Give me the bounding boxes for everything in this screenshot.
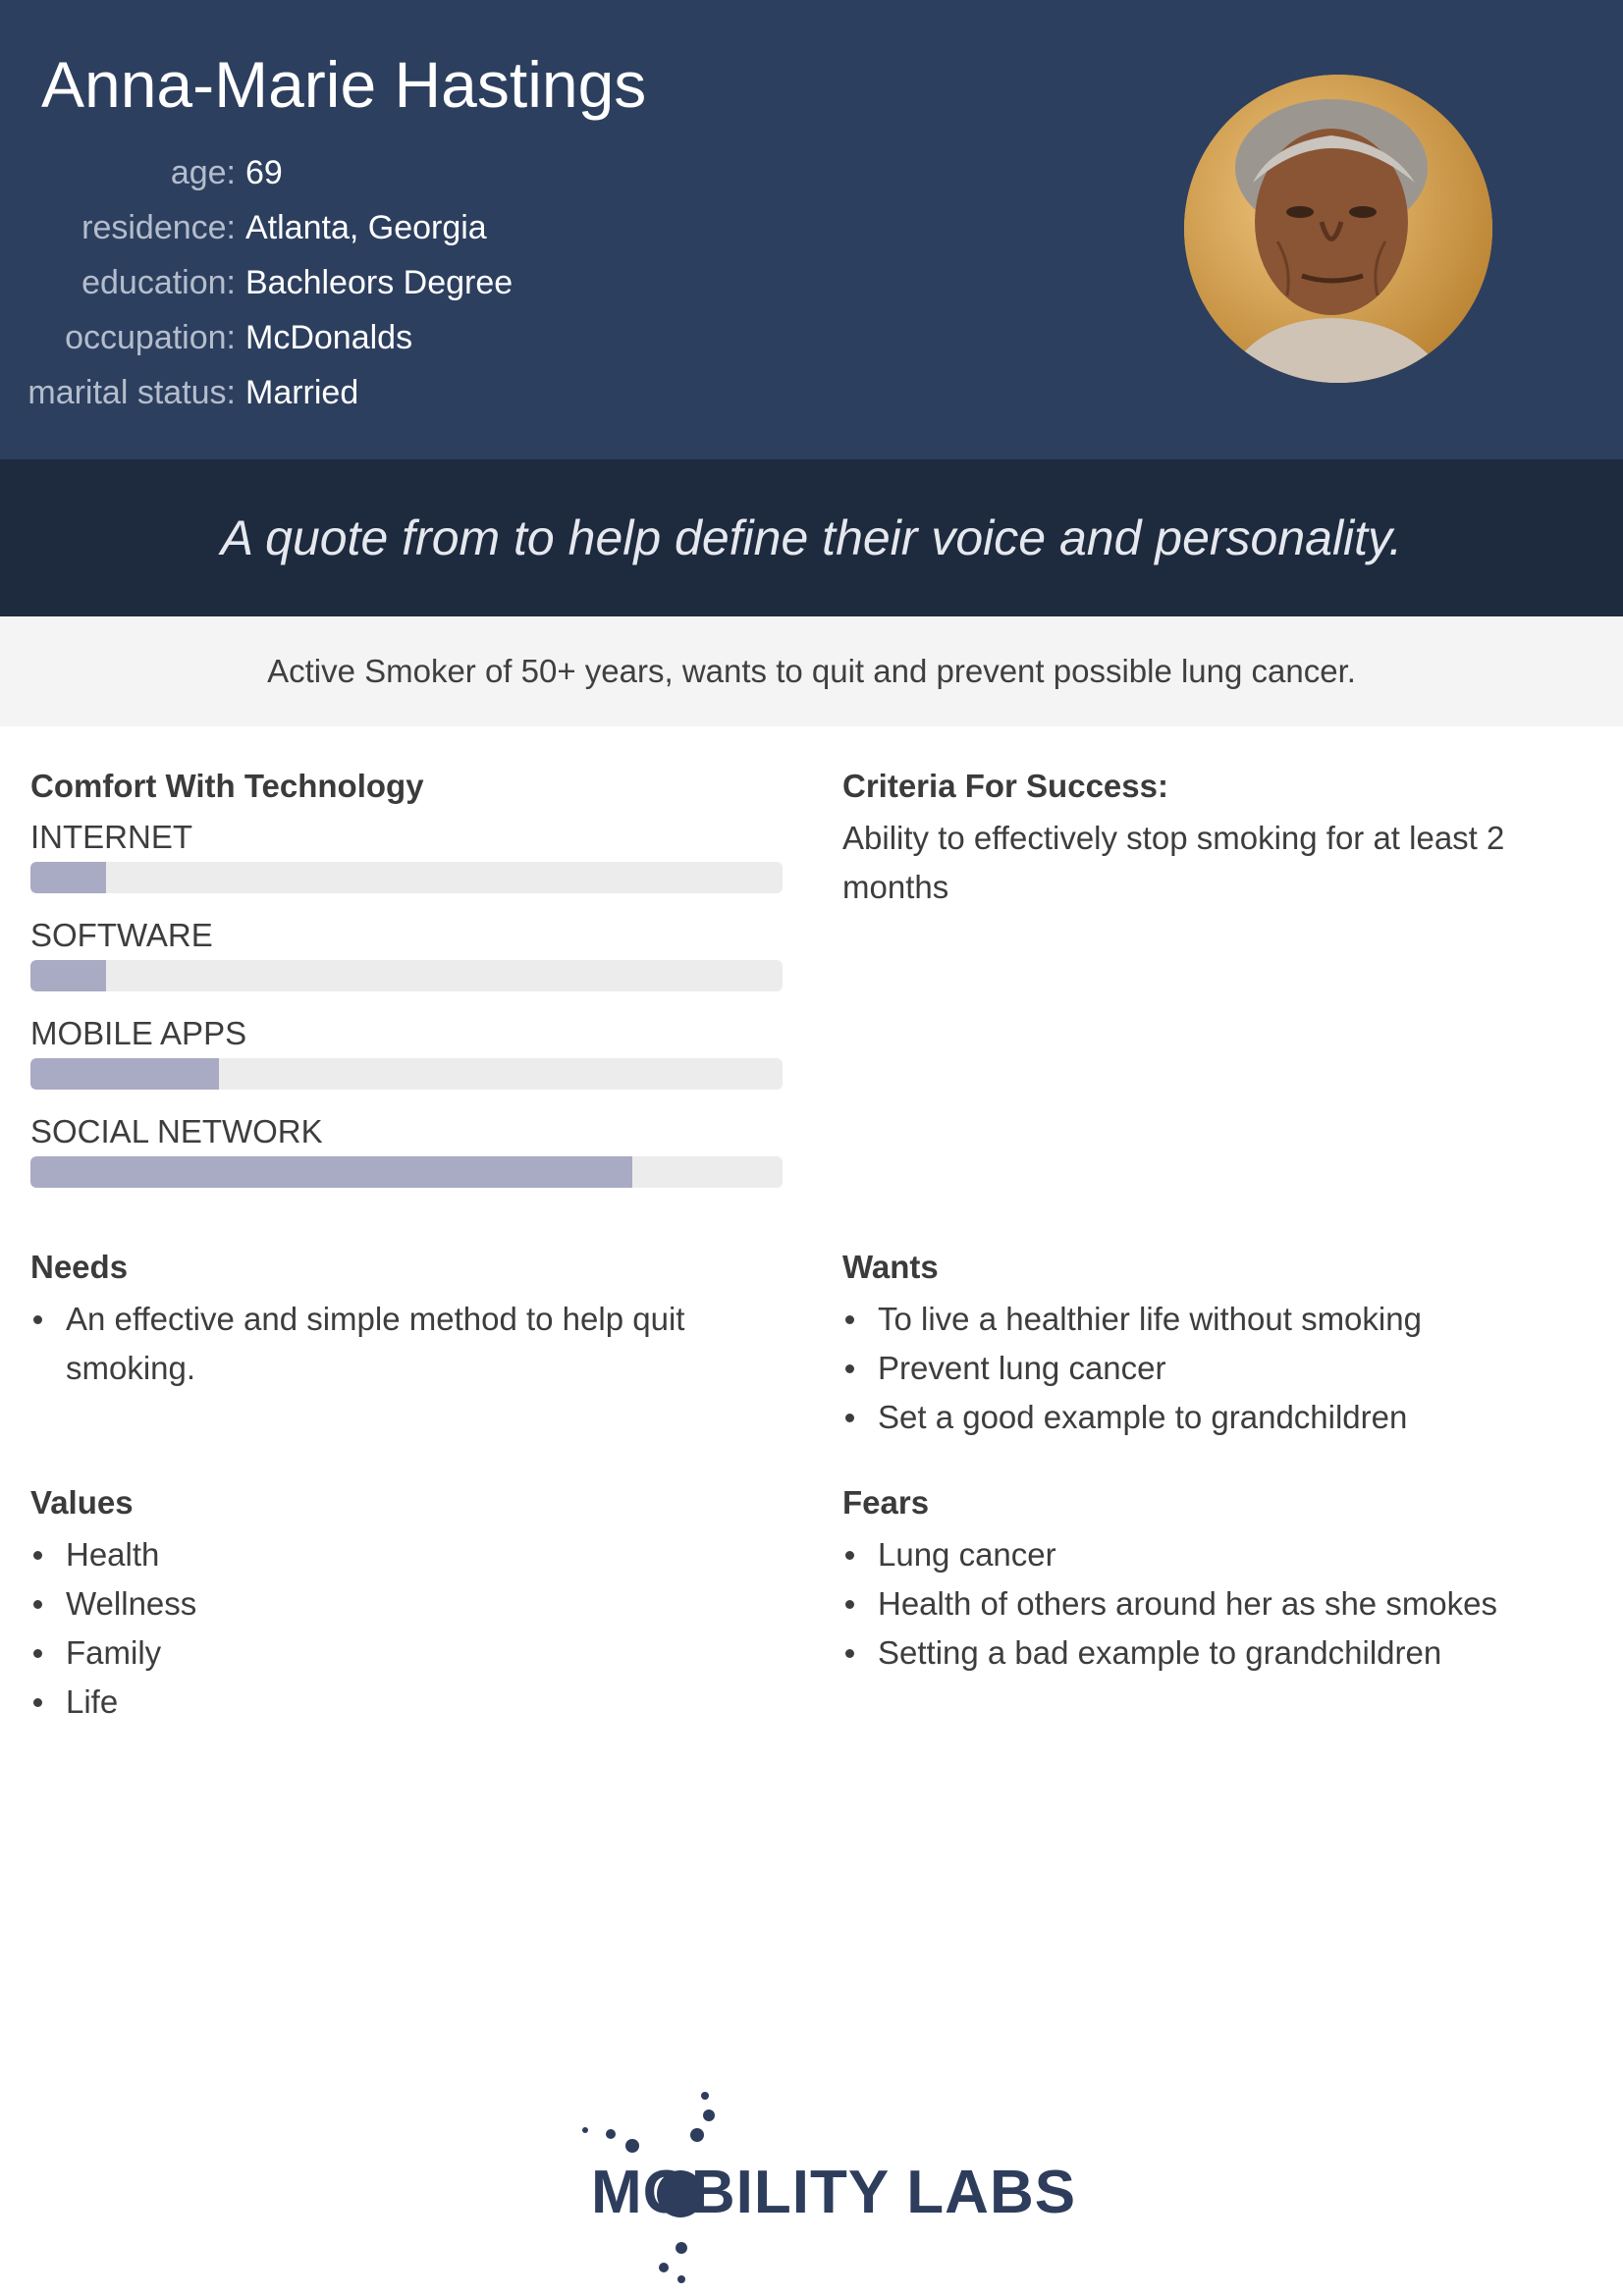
skill-bar-fill (30, 1156, 632, 1188)
list-item: Life (30, 1678, 737, 1727)
values-list: Health Wellness Family Life (30, 1530, 737, 1727)
needs-list: An effective and simple method to help q… (30, 1295, 737, 1393)
list-item: Lung cancer (842, 1530, 1589, 1579)
detail-value: Bachleors Degree (245, 263, 514, 301)
detail-value: Married (245, 373, 359, 411)
skill-bar-fill (30, 862, 106, 893)
skill-social-network: SOCIAL NETWORK (30, 1111, 783, 1188)
comfort-title: Comfort With Technology (30, 768, 424, 804)
fears-title: Fears (842, 1484, 930, 1521)
list-item: Family (30, 1629, 737, 1678)
detail-label: education: (81, 263, 236, 301)
persona-name: Anna-Marie Hastings (41, 48, 647, 121)
list-item: Prevent lung cancer (842, 1344, 1589, 1393)
portrait-image (1184, 75, 1492, 383)
criteria-text: Ability to effectively stop smoking for … (842, 820, 1505, 905)
detail-row-education: education: Bachleors Degree (0, 255, 513, 310)
detail-value: Atlanta, Georgia (245, 208, 487, 246)
detail-label: marital status: (27, 373, 236, 411)
list-item: Set a good example to grandchildren (842, 1393, 1589, 1442)
skill-software: SOFTWARE (30, 915, 783, 991)
skill-label: INTERNET (30, 819, 192, 855)
detail-label: residence: (81, 208, 236, 246)
detail-row-occupation: occupation: McDonalds (0, 310, 513, 365)
persona-summary: Active Smoker of 50+ years, wants to qui… (267, 653, 1356, 689)
skill-bar (30, 862, 783, 893)
needs-title: Needs (30, 1249, 129, 1285)
list-item: An effective and simple method to help q… (30, 1295, 737, 1393)
detail-value: 69 (245, 153, 283, 191)
skill-bar (30, 1058, 783, 1090)
detail-row-marital-status: marital status: Married (0, 365, 513, 420)
list-item: Wellness (30, 1579, 737, 1629)
wants-title: Wants (842, 1249, 939, 1285)
detail-label: age: (170, 153, 236, 191)
persona-photo (1184, 75, 1492, 383)
list-item: Setting a bad example to grandchildren (842, 1629, 1589, 1678)
skill-bar-fill (30, 960, 106, 991)
summary-band: Active Smoker of 50+ years, wants to qui… (0, 616, 1623, 726)
detail-row-residence: residence: Atlanta, Georgia (0, 200, 513, 255)
quote-band: A quote from to help define their voice … (0, 459, 1623, 616)
list-item: Health (30, 1530, 737, 1579)
skill-label: SOCIAL NETWORK (30, 1113, 323, 1149)
skill-bar-fill (30, 1058, 219, 1090)
skill-label: MOBILE APPS (30, 1015, 247, 1051)
fears-list: Lung cancer Health of others around her … (842, 1530, 1589, 1678)
persona-header: Anna-Marie Hastings age: 69 residence: A… (0, 0, 1623, 459)
logo-text: MOBILITY LABS (591, 2159, 1077, 2226)
wants-list: To live a healthier life without smoking… (842, 1295, 1589, 1442)
persona-details: age: 69 residence: Atlanta, Georgia educ… (0, 145, 513, 420)
skill-bar (30, 960, 783, 991)
skill-mobile-apps: MOBILE APPS (30, 1013, 783, 1090)
detail-value: McDonalds (245, 318, 413, 356)
list-item: To live a healthier life without smoking (842, 1295, 1589, 1344)
criteria-title: Criteria For Success: (842, 768, 1168, 804)
detail-label: occupation: (65, 318, 236, 356)
skill-label: SOFTWARE (30, 917, 213, 953)
skill-internet: INTERNET (30, 817, 783, 893)
detail-row-age: age: 69 (0, 145, 513, 200)
list-item: Health of others around her as she smoke… (842, 1579, 1589, 1629)
values-title: Values (30, 1484, 134, 1521)
skill-bar (30, 1156, 783, 1188)
persona-quote: A quote from to help define their voice … (220, 510, 1403, 565)
mobility-labs-logo: MOBILITY LABS (579, 2091, 1075, 2287)
